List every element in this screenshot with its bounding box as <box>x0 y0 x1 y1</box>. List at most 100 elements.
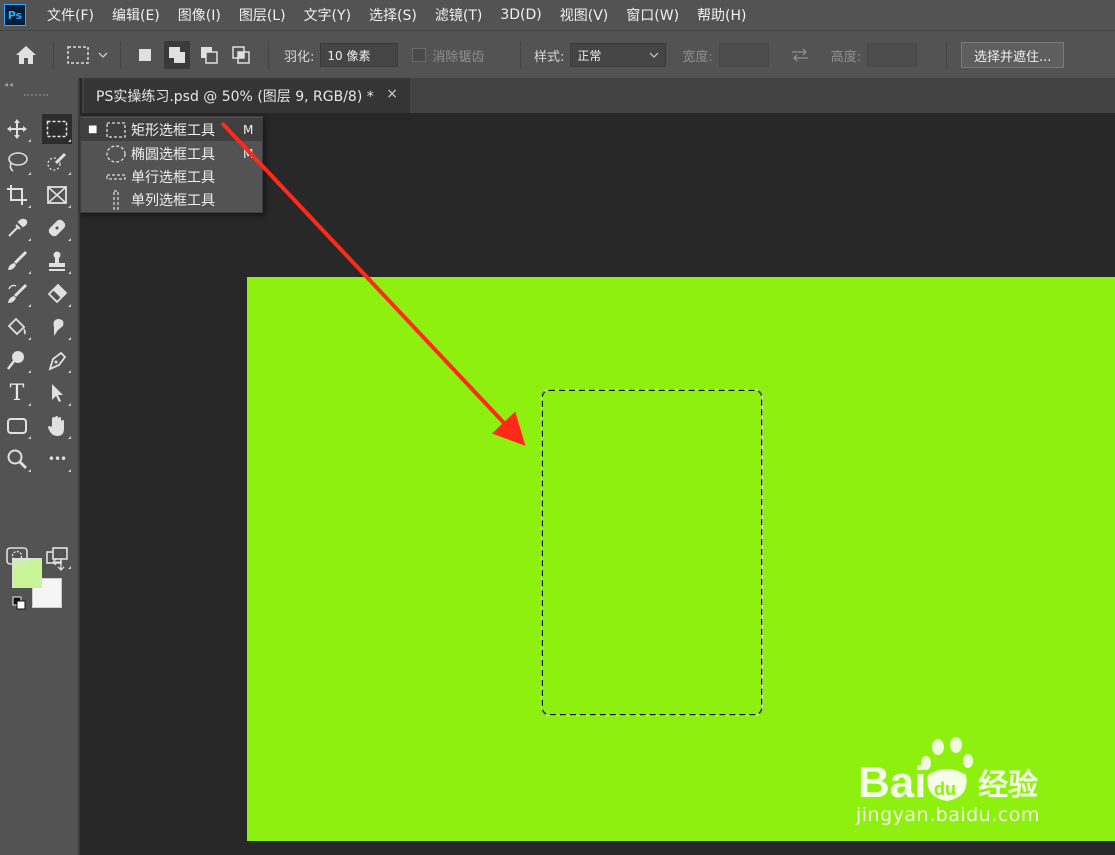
rectangular-marquee-icon <box>46 120 68 138</box>
height-input[interactable] <box>867 43 918 67</box>
tool-healing-brush[interactable] <box>42 213 72 243</box>
menu-type[interactable]: 文字(Y) <box>295 5 360 25</box>
photoshop-logo[interactable]: Ps <box>4 4 26 26</box>
dodge-icon <box>7 351 24 370</box>
single-row-marquee-icon <box>105 168 127 186</box>
flyout-item-single-row-marquee[interactable]: 单行选框工具 <box>81 165 262 188</box>
tool-eyedropper[interactable] <box>2 213 32 243</box>
flyout-item-label: 椭圆选框工具 <box>131 146 215 163</box>
swap-dimensions-icon[interactable] <box>789 47 811 63</box>
path-selection-icon <box>52 384 63 402</box>
single-column-marquee-icon <box>105 189 127 210</box>
flyout-item-label: 矩形选框工具 <box>131 122 215 139</box>
width-input[interactable] <box>718 43 769 67</box>
eraser-icon <box>47 283 68 304</box>
panel-collapse-icon[interactable]: ◂◂ <box>4 80 14 89</box>
add-to-selection-button[interactable] <box>164 41 190 69</box>
tool-crop[interactable] <box>2 180 32 210</box>
tool-lasso[interactable] <box>2 147 32 177</box>
tool-history-brush[interactable] <box>2 279 32 309</box>
tool-clone-stamp[interactable] <box>42 246 72 276</box>
rectangle-shape-icon <box>7 418 27 434</box>
menu-edit[interactable]: 编辑(E) <box>103 5 169 25</box>
menu-file[interactable]: 文件(F) <box>38 5 103 25</box>
menu-filter[interactable]: 滤镜(T) <box>426 5 491 25</box>
flyout-item-single-column-marquee[interactable]: 单列选框工具 <box>81 188 262 211</box>
tool-eraser[interactable] <box>42 279 72 309</box>
default-colors-icon[interactable] <box>12 596 26 610</box>
menu-bar: Ps 文件(F) 编辑(E) 图像(I) 图层(L) 文字(Y) 选择(S) 滤… <box>0 0 1115 30</box>
screen-mode-icon <box>46 547 68 564</box>
flyout-item-label: 单列选框工具 <box>131 192 215 209</box>
type-icon: T <box>9 380 25 406</box>
feather-label: 羽化: <box>284 49 315 65</box>
marquee-tools-flyout: ■ 矩形选框工具 M 椭圆选框工具 M 单行选框工具 单列选框工具 <box>80 116 263 213</box>
menu-view[interactable]: 视图(V) <box>551 5 618 25</box>
menu-help[interactable]: 帮助(H) <box>688 5 755 25</box>
tool-path-selection[interactable] <box>42 378 72 408</box>
width-label: 宽度: <box>682 49 713 65</box>
flyout-item-ellipse-marquee[interactable]: 椭圆选框工具 M <box>81 142 262 165</box>
panel-grip[interactable] <box>24 94 48 98</box>
menu-layer[interactable]: 图层(L) <box>230 5 295 25</box>
intersect-selection-button[interactable] <box>228 41 254 69</box>
zoom-icon <box>7 449 27 469</box>
screen-mode-button[interactable] <box>42 541 72 571</box>
tool-move[interactable] <box>2 114 32 144</box>
chevron-down-icon <box>98 52 108 58</box>
selected-bullet-icon: ■ <box>88 124 98 135</box>
lasso-icon <box>8 152 28 172</box>
add-to-selection-icon <box>169 47 185 63</box>
rounded-selection-marquee <box>541 389 763 716</box>
paint-bucket-icon <box>7 317 26 336</box>
pen-icon <box>48 351 67 371</box>
close-icon[interactable]: × <box>386 86 398 102</box>
quick-mask-button[interactable] <box>2 541 32 571</box>
subtract-from-selection-button[interactable] <box>196 41 222 69</box>
menu-3d[interactable]: 3D(D) <box>491 7 550 23</box>
tool-preset-picker[interactable] <box>66 31 110 79</box>
feather-input[interactable]: 10 像素 <box>320 43 399 67</box>
tool-pen[interactable] <box>42 345 72 375</box>
tool-rectangle-shape[interactable] <box>2 411 32 441</box>
tool-dodge[interactable] <box>2 345 32 375</box>
intersect-selection-icon <box>232 46 250 64</box>
flyout-item-label: 单行选框工具 <box>131 169 215 186</box>
menu-select[interactable]: 选择(S) <box>360 5 426 25</box>
quick-selection-icon <box>47 152 67 171</box>
tool-type[interactable]: T <box>2 378 32 408</box>
document-tab[interactable]: PS实操练习.psd @ 50% (图层 9, RGB/8) * × <box>84 78 410 113</box>
flyout-item-shortcut: M <box>243 122 254 137</box>
tool-rectangular-marquee[interactable] <box>42 114 72 144</box>
ellipse-marquee-icon <box>105 144 127 163</box>
watermark-brand-2: du <box>934 779 956 799</box>
tool-zoom[interactable] <box>2 444 32 474</box>
home-button[interactable] <box>14 31 38 79</box>
watermark-url: jingyan.baidu.com <box>856 804 1040 826</box>
tool-frame[interactable] <box>42 180 72 210</box>
menu-image[interactable]: 图像(I) <box>169 5 230 25</box>
select-and-mask-button[interactable]: 选择并遮住... <box>961 42 1065 68</box>
style-select[interactable]: 正常 <box>570 43 667 67</box>
tool-paint-bucket[interactable] <box>2 312 32 342</box>
crop-icon <box>7 185 27 205</box>
chevron-down-icon <box>649 52 659 58</box>
rect-marquee-icon <box>105 121 127 139</box>
style-label: 样式: <box>534 49 565 65</box>
tool-hand[interactable] <box>42 411 72 441</box>
tool-quick-selection[interactable] <box>42 147 72 177</box>
menu-window[interactable]: 窗口(W) <box>617 5 688 25</box>
smudge-icon <box>53 319 64 336</box>
antialias-checkbox[interactable] <box>412 48 427 62</box>
rect-marquee-preset-icon <box>67 46 89 64</box>
tool-more[interactable]: ••• <box>42 444 72 474</box>
tools-panel: ◂◂ T ••• <box>0 78 80 855</box>
flyout-item-rect-marquee[interactable]: ■ 矩形选框工具 M <box>81 118 262 141</box>
new-selection-button[interactable] <box>132 41 158 69</box>
tool-brush[interactable] <box>2 246 32 276</box>
quick-mask-icon <box>6 547 28 565</box>
tool-smudge[interactable] <box>42 312 72 342</box>
home-icon <box>16 46 36 64</box>
watermark-cn: 经验 <box>978 768 1038 803</box>
paw-logo-icon <box>921 737 973 770</box>
